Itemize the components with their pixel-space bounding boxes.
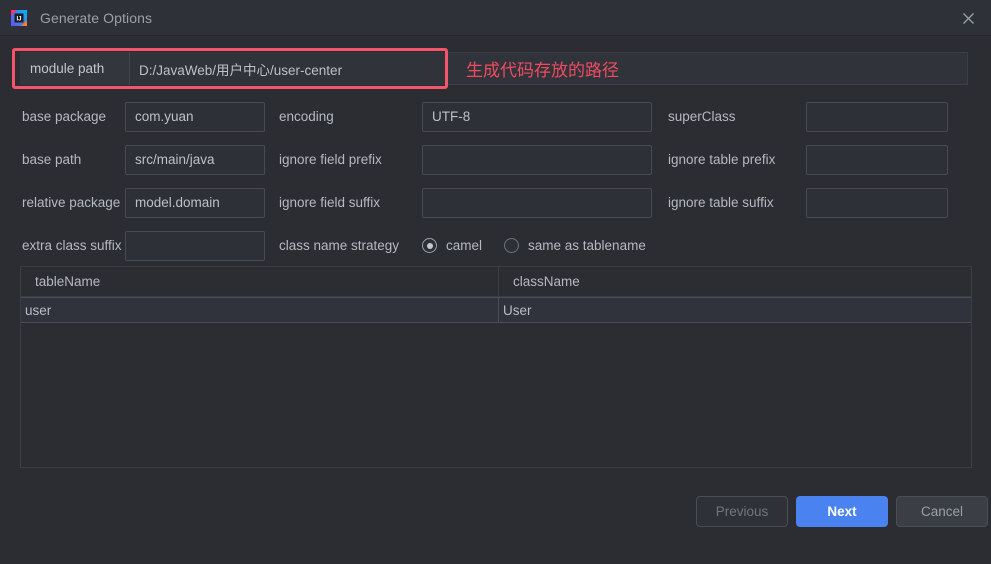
radio-same-as-tablename-label: same as tablename xyxy=(528,238,646,253)
options-form: base package com.yuan encoding UTF-8 sup… xyxy=(0,95,991,267)
superclass-input[interactable] xyxy=(806,101,948,132)
window-title: Generate Options xyxy=(40,9,153,26)
superclass-label: superClass xyxy=(668,109,736,124)
svg-text:IJ: IJ xyxy=(16,16,21,22)
base-path-label: base path xyxy=(22,152,82,167)
cancel-button[interactable]: Cancel xyxy=(896,496,988,527)
relative-package-input[interactable]: model.domain xyxy=(125,187,265,218)
ignore-table-suffix-input[interactable] xyxy=(806,187,948,218)
ignore-table-prefix-label: ignore table prefix xyxy=(668,152,776,167)
window-titlebar: IJ Generate Options xyxy=(0,0,991,36)
ignore-field-suffix-label: ignore field suffix xyxy=(279,195,381,210)
ignore-field-suffix-input[interactable] xyxy=(422,187,652,218)
column-header-tablename[interactable]: tableName xyxy=(21,267,499,296)
class-name-strategy-label: class name strategy xyxy=(279,238,400,253)
module-path-input[interactable]: D:/JavaWeb/用户中心/user-center xyxy=(130,52,448,85)
encoding-input[interactable]: UTF-8 xyxy=(422,101,652,132)
close-icon[interactable] xyxy=(945,0,991,36)
radio-same-as-tablename[interactable]: same as tablename xyxy=(504,238,646,253)
table-header-row: tableName className xyxy=(21,267,971,297)
encoding-label: encoding xyxy=(279,109,334,124)
annotation-text: 生成代码存放的路径 xyxy=(466,61,619,80)
radio-camel[interactable]: camel xyxy=(422,238,482,253)
ignore-table-prefix-input[interactable] xyxy=(806,144,948,175)
cell-tablename[interactable]: user xyxy=(21,298,499,322)
tables-mapping-table: tableName className user User xyxy=(20,266,972,468)
base-package-input[interactable]: com.yuan xyxy=(125,101,265,132)
base-path-input[interactable]: src/main/java xyxy=(125,144,265,175)
form-row: relative package model.domain ignore fie… xyxy=(0,181,991,224)
module-path-label: module path xyxy=(20,52,130,85)
intellij-idea-icon: IJ xyxy=(10,9,28,27)
form-row: base package com.yuan encoding UTF-8 sup… xyxy=(0,95,991,138)
form-row: base path src/main/java ignore field pre… xyxy=(0,138,991,181)
next-button[interactable]: Next xyxy=(796,496,888,527)
base-package-label: base package xyxy=(22,109,107,124)
module-path-row: module path D:/JavaWeb/用户中心/user-center xyxy=(20,52,448,85)
previous-button[interactable]: Previous xyxy=(696,496,788,527)
ignore-field-prefix-input[interactable] xyxy=(422,144,652,175)
class-name-strategy-radio-group: camel same as tablename xyxy=(422,238,668,253)
form-row: extra class suffix class name strategy c… xyxy=(0,224,991,267)
table-row[interactable]: user User xyxy=(21,297,971,323)
relative-package-label: relative package xyxy=(22,195,121,210)
radio-camel-label: camel xyxy=(446,238,483,253)
extra-class-suffix-label: extra class suffix xyxy=(22,238,122,253)
column-header-classname[interactable]: className xyxy=(499,267,971,296)
ignore-field-prefix-label: ignore field prefix xyxy=(279,152,382,167)
radio-dot-icon xyxy=(504,238,520,253)
extra-class-suffix-input[interactable] xyxy=(125,230,265,261)
cell-classname[interactable]: User xyxy=(499,298,971,322)
ignore-table-suffix-label: ignore table suffix xyxy=(668,195,774,210)
dialog-footer: Previous Next Cancel xyxy=(0,478,991,564)
radio-dot-icon xyxy=(422,238,437,253)
